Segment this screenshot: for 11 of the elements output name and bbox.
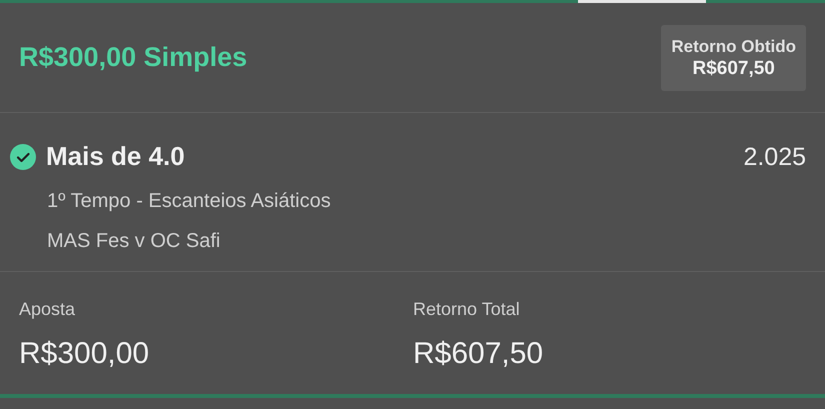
selection-name: Mais de 4.0 bbox=[46, 140, 185, 173]
summary-label: Aposta bbox=[19, 298, 76, 321]
market-name: 1º Tempo - Escanteios Asiáticos bbox=[47, 189, 331, 214]
odds: 2.025 bbox=[743, 142, 806, 173]
bet-title: R$300,00 Simples bbox=[19, 41, 248, 74]
summary-value: R$300,00 bbox=[19, 336, 150, 372]
event-name: MAS Fes v OC Safi bbox=[47, 229, 222, 254]
badge-amount: R$607,50 bbox=[692, 58, 775, 80]
badge-label: Retorno Obtido bbox=[671, 36, 796, 58]
summary-label: Retorno Total bbox=[413, 298, 521, 321]
summary-value: R$607,50 bbox=[413, 336, 544, 372]
